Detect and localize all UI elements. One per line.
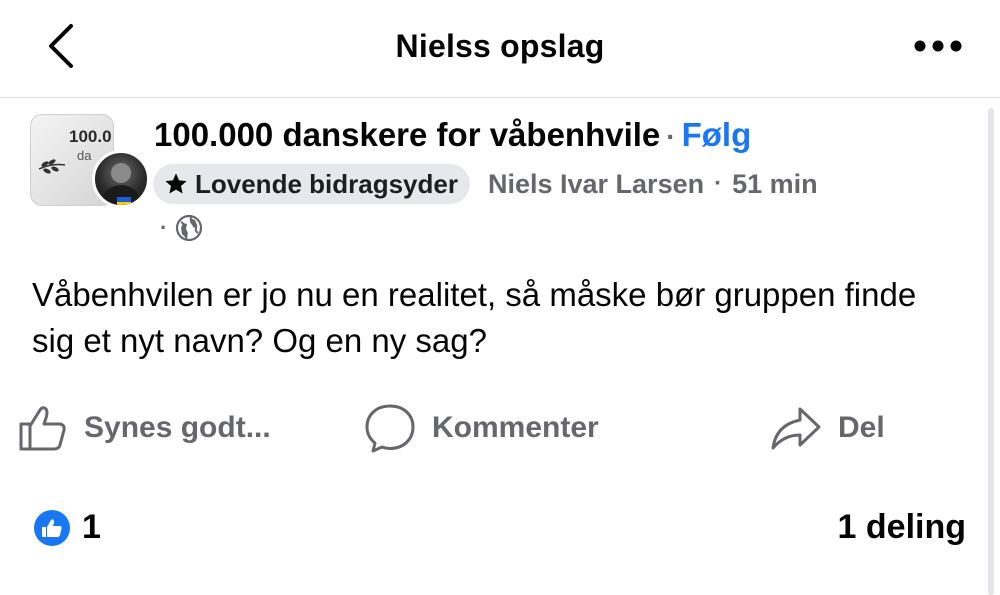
shares-count[interactable]: 1 deling (838, 508, 966, 547)
top-bar: Nielss opslag (0, 0, 1000, 98)
comment-bubble-icon (364, 403, 416, 453)
privacy-line: · (160, 214, 203, 242)
globe-icon (176, 214, 203, 242)
like-label: Synes godt... (84, 411, 271, 444)
star-icon (163, 171, 189, 197)
comment-button[interactable]: Kommenter (364, 402, 599, 454)
thumbs-up-outline-icon (18, 404, 68, 452)
like-count: 1 (82, 508, 101, 546)
group-avatar-text: 100.0 (69, 127, 112, 146)
post-actions-bar: Synes godt... Kommenter Del (0, 396, 1000, 460)
contributor-badge[interactable]: Lovende bidragsyder (153, 164, 470, 204)
share-label: Del (838, 411, 885, 444)
post-meta: Lovende bidragsyder Niels Ivar Larsen · … (153, 164, 818, 204)
separator-dot: · (666, 121, 676, 152)
reactions-count[interactable]: 1 (34, 508, 101, 547)
post-body: Våbenhvilen er jo nu en realitet, så mås… (32, 276, 917, 359)
post-time[interactable]: 51 min (732, 169, 818, 200)
share-arrow-icon (770, 405, 822, 451)
more-options-button[interactable] (910, 28, 966, 64)
ukraine-flag-icon (117, 197, 131, 205)
like-button[interactable]: Synes godt... (18, 402, 271, 454)
author-avatar[interactable] (92, 150, 150, 208)
badge-label: Lovende bidragsyder (195, 168, 458, 199)
share-button[interactable]: Del (770, 402, 885, 454)
page-title: Nielss opslag (395, 28, 605, 64)
author-name[interactable]: Niels Ivar Larsen (488, 169, 704, 200)
like-reaction-icon (34, 509, 70, 546)
follow-button[interactable]: Følg (682, 116, 752, 153)
post-stats: 1 1 deling (0, 500, 1000, 560)
separator-dot: · (714, 170, 723, 197)
group-avatar-subtext: da (77, 148, 92, 163)
more-horizontal-icon (914, 40, 962, 52)
separator-dot: · (160, 215, 168, 240)
group-name-line: 100.000 danskere for våbenhvile · Følg (154, 116, 751, 154)
post-avatars[interactable]: 100.0 da (30, 114, 150, 208)
group-name-link[interactable]: 100.000 danskere for våbenhvile (154, 116, 660, 153)
comment-label: Kommenter (432, 411, 599, 444)
olive-branch-icon (38, 159, 66, 174)
